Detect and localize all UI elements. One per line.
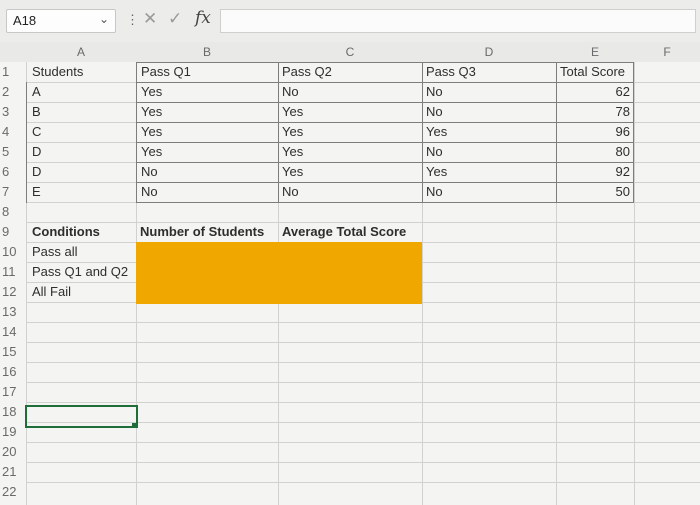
cell-pass-q1[interactable]: Yes — [141, 84, 162, 99]
cell-pass-q2-header[interactable]: Pass Q2 — [282, 64, 332, 79]
fill-handle[interactable] — [132, 423, 137, 428]
row-header[interactable]: 7 — [0, 184, 28, 199]
cell-condition[interactable]: All Fail — [32, 284, 71, 299]
cell-condition[interactable]: Pass Q1 and Q2 — [32, 264, 128, 279]
formula-input[interactable] — [220, 9, 696, 33]
column-header-a[interactable]: A — [26, 42, 136, 62]
cell-student[interactable]: B — [32, 104, 41, 119]
cell-condition[interactable]: Pass all — [32, 244, 78, 259]
cell-pass-q1[interactable]: No — [141, 164, 158, 179]
name-box[interactable]: A18 ⌄ — [6, 9, 116, 33]
cell-total-score[interactable]: 96 — [560, 124, 630, 139]
cell-pass-q3[interactable]: Yes — [426, 164, 447, 179]
row-header[interactable]: 2 — [0, 84, 28, 99]
cell-pass-q1[interactable]: Yes — [141, 144, 162, 159]
row-header[interactable]: 19 — [0, 424, 28, 439]
x-icon[interactable]: ✕ — [143, 9, 157, 29]
row-header[interactable]: 15 — [0, 344, 28, 359]
column-header-b[interactable]: B — [136, 42, 278, 62]
answer-range-highlight[interactable] — [136, 242, 422, 304]
cell-pass-q2[interactable]: Yes — [282, 144, 303, 159]
cell-pass-q3[interactable]: Yes — [426, 124, 447, 139]
row-header[interactable]: 12 — [0, 284, 28, 299]
row-header[interactable]: 16 — [0, 364, 28, 379]
cell-pass-q1[interactable]: Yes — [141, 124, 162, 139]
column-header-e[interactable]: E — [556, 42, 634, 62]
cell-total-score-header[interactable]: Total Score — [560, 64, 625, 79]
cell-average-total-score-header[interactable]: Average Total Score — [282, 224, 406, 239]
cell-pass-q1[interactable]: Yes — [141, 104, 162, 119]
formula-bar: A18 ⌄ ⋮ ✕ ✓ fx — [0, 0, 700, 42]
cell-number-of-students-header[interactable]: Number of Students — [140, 224, 264, 239]
row-header[interactable]: 14 — [0, 324, 28, 339]
cell-pass-q2[interactable]: Yes — [282, 164, 303, 179]
row-header[interactable]: 9 — [0, 224, 28, 239]
cell-conditions-header[interactable]: Conditions — [32, 224, 100, 239]
cell-pass-q3[interactable]: No — [426, 104, 443, 119]
row-header[interactable]: 5 — [0, 144, 28, 159]
cell-student[interactable]: A — [32, 84, 41, 99]
cell-pass-q3[interactable]: No — [426, 144, 443, 159]
cell-pass-q1[interactable]: No — [141, 184, 158, 199]
cell-total-score[interactable]: 92 — [560, 164, 630, 179]
cell-total-score[interactable]: 80 — [560, 144, 630, 159]
worksheet-grid[interactable]: 1 2 3 4 5 6 7 8 9 10 11 12 13 14 15 16 1… — [0, 62, 700, 505]
row-header[interactable]: 17 — [0, 384, 28, 399]
more-options-icon[interactable]: ⋮ — [126, 12, 139, 28]
cell-pass-q3[interactable]: No — [426, 84, 443, 99]
cell-pass-q3[interactable]: No — [426, 184, 443, 199]
cell-pass-q2[interactable]: Yes — [282, 124, 303, 139]
cell-student[interactable]: D — [32, 164, 41, 179]
row-header[interactable]: 4 — [0, 124, 28, 139]
cell-pass-q3-header[interactable]: Pass Q3 — [426, 64, 476, 79]
name-box-value: A18 — [13, 13, 37, 28]
cell-total-score[interactable]: 78 — [560, 104, 630, 119]
row-header[interactable]: 10 — [0, 244, 28, 259]
row-header[interactable]: 20 — [0, 444, 28, 459]
column-header-d[interactable]: D — [422, 42, 556, 62]
column-header-f[interactable]: F — [634, 42, 700, 62]
cell-pass-q2[interactable]: Yes — [282, 104, 303, 119]
cell-pass-q1-header[interactable]: Pass Q1 — [141, 64, 191, 79]
row-header[interactable]: 6 — [0, 164, 28, 179]
row-header[interactable]: 13 — [0, 304, 28, 319]
check-icon[interactable]: ✓ — [168, 9, 182, 29]
cell-total-score[interactable]: 62 — [560, 84, 630, 99]
cell-student[interactable]: C — [32, 124, 41, 139]
cell-pass-q2[interactable]: No — [282, 184, 299, 199]
chevron-down-icon[interactable]: ⌄ — [99, 12, 109, 26]
row-header[interactable]: 11 — [0, 264, 28, 279]
column-header-c[interactable]: C — [278, 42, 422, 62]
fx-icon[interactable]: fx — [195, 8, 211, 28]
cell-student[interactable]: E — [32, 184, 41, 199]
selected-cell[interactable] — [25, 405, 138, 428]
row-header[interactable]: 22 — [0, 484, 28, 499]
row-header[interactable]: 1 — [0, 64, 28, 79]
cell-student[interactable]: D — [32, 144, 41, 159]
cell-total-score[interactable]: 50 — [560, 184, 630, 199]
row-header[interactable]: 3 — [0, 104, 28, 119]
row-header[interactable]: 21 — [0, 464, 28, 479]
cell-pass-q2[interactable]: No — [282, 84, 299, 99]
row-header[interactable]: 18 — [0, 404, 28, 419]
cell-students-header[interactable]: Students — [32, 64, 83, 79]
row-header[interactable]: 8 — [0, 204, 28, 219]
